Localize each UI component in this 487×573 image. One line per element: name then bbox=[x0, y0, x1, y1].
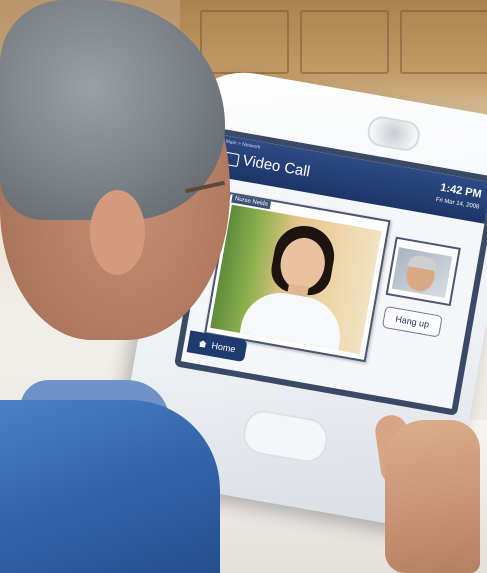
home-button-label: Home bbox=[210, 340, 237, 355]
camera-lens bbox=[365, 114, 422, 153]
photo-background: Main > Network Video Call 1:42 PM Fri Ma… bbox=[0, 0, 487, 573]
cabinet-panel bbox=[400, 10, 487, 74]
cabinet-panel bbox=[200, 10, 289, 74]
man-hand bbox=[385, 420, 480, 573]
hang-up-button[interactable]: Hang up bbox=[381, 305, 443, 338]
navigation-buttons[interactable] bbox=[240, 407, 331, 466]
man-ear bbox=[90, 190, 145, 275]
cabinet-panel bbox=[300, 10, 389, 74]
blue-shirt bbox=[0, 400, 220, 573]
breadcrumb: Main > Network bbox=[225, 138, 261, 151]
remote-video-feed bbox=[210, 204, 382, 355]
house-icon bbox=[198, 340, 207, 348]
self-video-panel bbox=[385, 236, 461, 307]
self-video-feed bbox=[391, 247, 453, 299]
page-title: Video Call bbox=[241, 151, 312, 181]
doctor-coat bbox=[237, 286, 347, 355]
